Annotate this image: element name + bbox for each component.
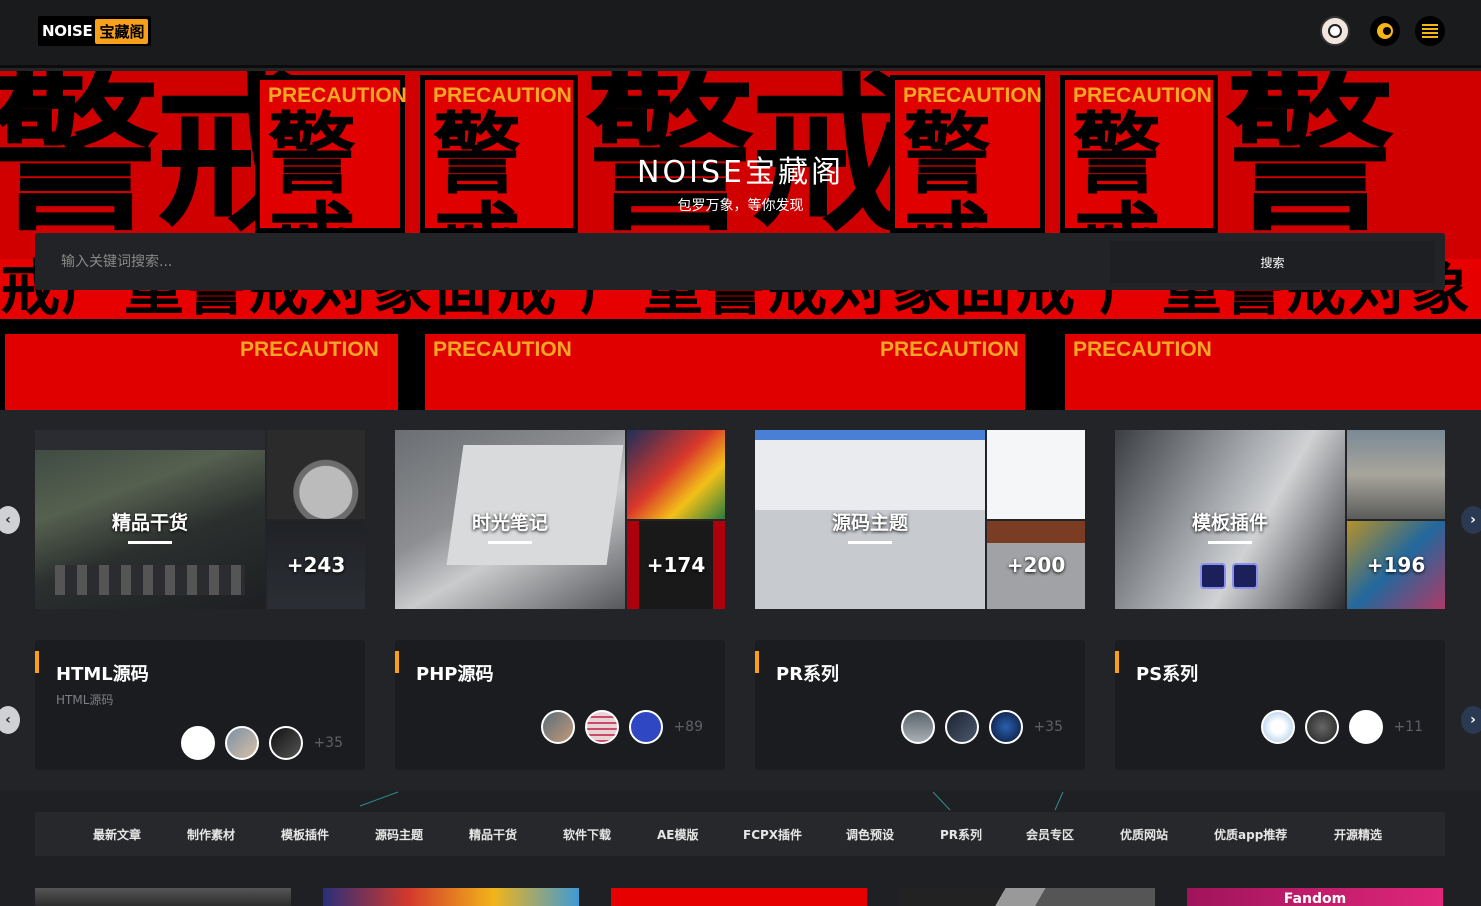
logo-text-cn: 宝藏阁: [95, 18, 149, 44]
chevron-right-icon[interactable]: ›: [1461, 506, 1481, 534]
collection-card[interactable]: HTML源码 HTML源码 +35: [35, 640, 365, 770]
collection-card[interactable]: PHP源码 +89: [395, 640, 725, 770]
category-card[interactable]: 时光笔记 +174: [395, 430, 725, 609]
collection-avatars: +11: [1251, 710, 1423, 744]
nav-item[interactable]: 调色预设: [846, 826, 894, 843]
collection-title: HTML源码: [56, 664, 149, 685]
nav-item[interactable]: FCPX插件: [743, 826, 802, 843]
category-card[interactable]: 模板插件 +196: [1115, 430, 1445, 609]
nav-item[interactable]: 会员专区: [1026, 826, 1074, 843]
nav-item[interactable]: 优质app推荐: [1214, 826, 1287, 843]
collection-title: PS系列: [1136, 664, 1199, 685]
category-more-count: +243: [267, 521, 365, 609]
collection-subtitle: HTML源码: [56, 693, 114, 707]
collection-avatar[interactable]: [585, 710, 620, 744]
category-thumb: [1347, 430, 1445, 519]
category-nav: 最新文章 制作素材 模板插件 源码主题 精品干货 软件下载 AE模版 FCPX插…: [35, 812, 1445, 856]
category-thumb: [627, 430, 725, 519]
collection-title: PR系列: [776, 664, 840, 685]
category-card[interactable]: 源码主题 +200: [755, 430, 1085, 609]
collection-avatars: +89: [531, 710, 703, 744]
collection-avatar[interactable]: [541, 710, 576, 744]
category-thumb: [987, 430, 1085, 519]
nav-item[interactable]: 开源精选: [1334, 826, 1382, 843]
collection-avatar[interactable]: [269, 726, 304, 760]
nav-item[interactable]: AE模版: [657, 826, 699, 843]
collection-count: +11: [1393, 719, 1423, 735]
accent-bar: [395, 651, 399, 673]
banner-bg-tile: PRECAUTION PRECAUTION: [420, 329, 1030, 410]
thumbnail-text: Fandom: [1283, 891, 1347, 906]
collection-count: +35: [1033, 719, 1063, 735]
site-logo[interactable]: NOISE 宝藏阁: [38, 16, 152, 46]
nav-item[interactable]: 软件下载: [563, 826, 611, 843]
collection-avatars: +35: [171, 726, 343, 760]
top-header: NOISE 宝藏阁: [0, 0, 1481, 68]
search-bar: 搜索: [35, 233, 1445, 290]
avatar-icon: [1328, 24, 1342, 38]
nav-item[interactable]: 精品干货: [469, 826, 517, 843]
chevron-left-icon[interactable]: ‹: [0, 506, 20, 534]
moon-icon: [1377, 23, 1393, 39]
menu-button[interactable]: [1415, 16, 1445, 46]
category-thumb: [267, 430, 365, 519]
user-avatar-button[interactable]: [1320, 16, 1350, 46]
category-label: 精品干货: [35, 508, 265, 544]
nav-item[interactable]: 源码主题: [375, 826, 423, 843]
post-thumbnail[interactable]: Fandom: [1187, 888, 1443, 906]
collection-avatars: +35: [891, 710, 1063, 744]
post-thumbnail[interactable]: [899, 888, 1155, 906]
post-thumbnail[interactable]: [35, 888, 291, 906]
collection-card[interactable]: PR系列 +35: [755, 640, 1085, 770]
search-button[interactable]: 搜索: [1110, 241, 1435, 283]
nav-item[interactable]: 制作素材: [187, 826, 235, 843]
collection-avatar[interactable]: [225, 726, 260, 760]
accent-bar: [755, 651, 759, 673]
category-label: 时光笔记: [395, 508, 625, 544]
collection-avatar[interactable]: [1261, 710, 1296, 744]
theme-toggle-button[interactable]: [1370, 16, 1400, 46]
nav-item[interactable]: 模板插件: [281, 826, 329, 843]
collection-title: PHP源码: [416, 664, 494, 685]
collection-avatar[interactable]: [989, 710, 1024, 744]
accent-bar: [1115, 651, 1119, 673]
category-more-count: +196: [1347, 521, 1445, 609]
chevron-left-icon[interactable]: ‹: [0, 706, 20, 734]
post-thumbnail[interactable]: [323, 888, 579, 906]
hero-banner: 警戒 PRECAUTION警戒 PRECAUTION警戒 警戒 PRECAUTI…: [0, 71, 1481, 410]
collection-count: +35: [313, 735, 343, 751]
post-thumbnail[interactable]: [611, 888, 867, 906]
collection-card[interactable]: PS系列 +11: [1115, 640, 1445, 770]
chevron-right-icon[interactable]: ›: [1461, 706, 1481, 734]
category-label: 源码主题: [755, 508, 985, 544]
collection-avatar[interactable]: [181, 726, 216, 760]
banner-bg-tile: PRECAUTION: [0, 329, 403, 410]
collection-avatar[interactable]: [901, 710, 936, 744]
nav-item[interactable]: PR系列: [940, 826, 982, 843]
nav-item[interactable]: 最新文章: [93, 826, 141, 843]
collection-avatar[interactable]: [1305, 710, 1340, 744]
category-label: 模板插件: [1115, 508, 1345, 544]
banner-bg-tile: PRECAUTION: [1060, 329, 1481, 410]
nav-item[interactable]: 优质网站: [1120, 826, 1168, 843]
category-card[interactable]: 精品干货 +243: [35, 430, 365, 609]
category-more-count: +200: [987, 521, 1085, 609]
collection-count: +89: [673, 719, 703, 735]
banner-subtitle: 包罗万象，等你发现: [677, 198, 804, 214]
collection-avatar[interactable]: [629, 710, 664, 744]
logo-text-en: NOISE: [42, 22, 93, 40]
collection-avatar[interactable]: [945, 710, 980, 744]
accent-bar: [35, 651, 39, 673]
collection-avatar[interactable]: [1349, 710, 1384, 744]
search-input[interactable]: [35, 233, 1080, 290]
category-more-count: +174: [627, 521, 725, 609]
banner-title: NOISE宝藏阁: [637, 155, 844, 190]
list-icon: [1422, 24, 1438, 38]
